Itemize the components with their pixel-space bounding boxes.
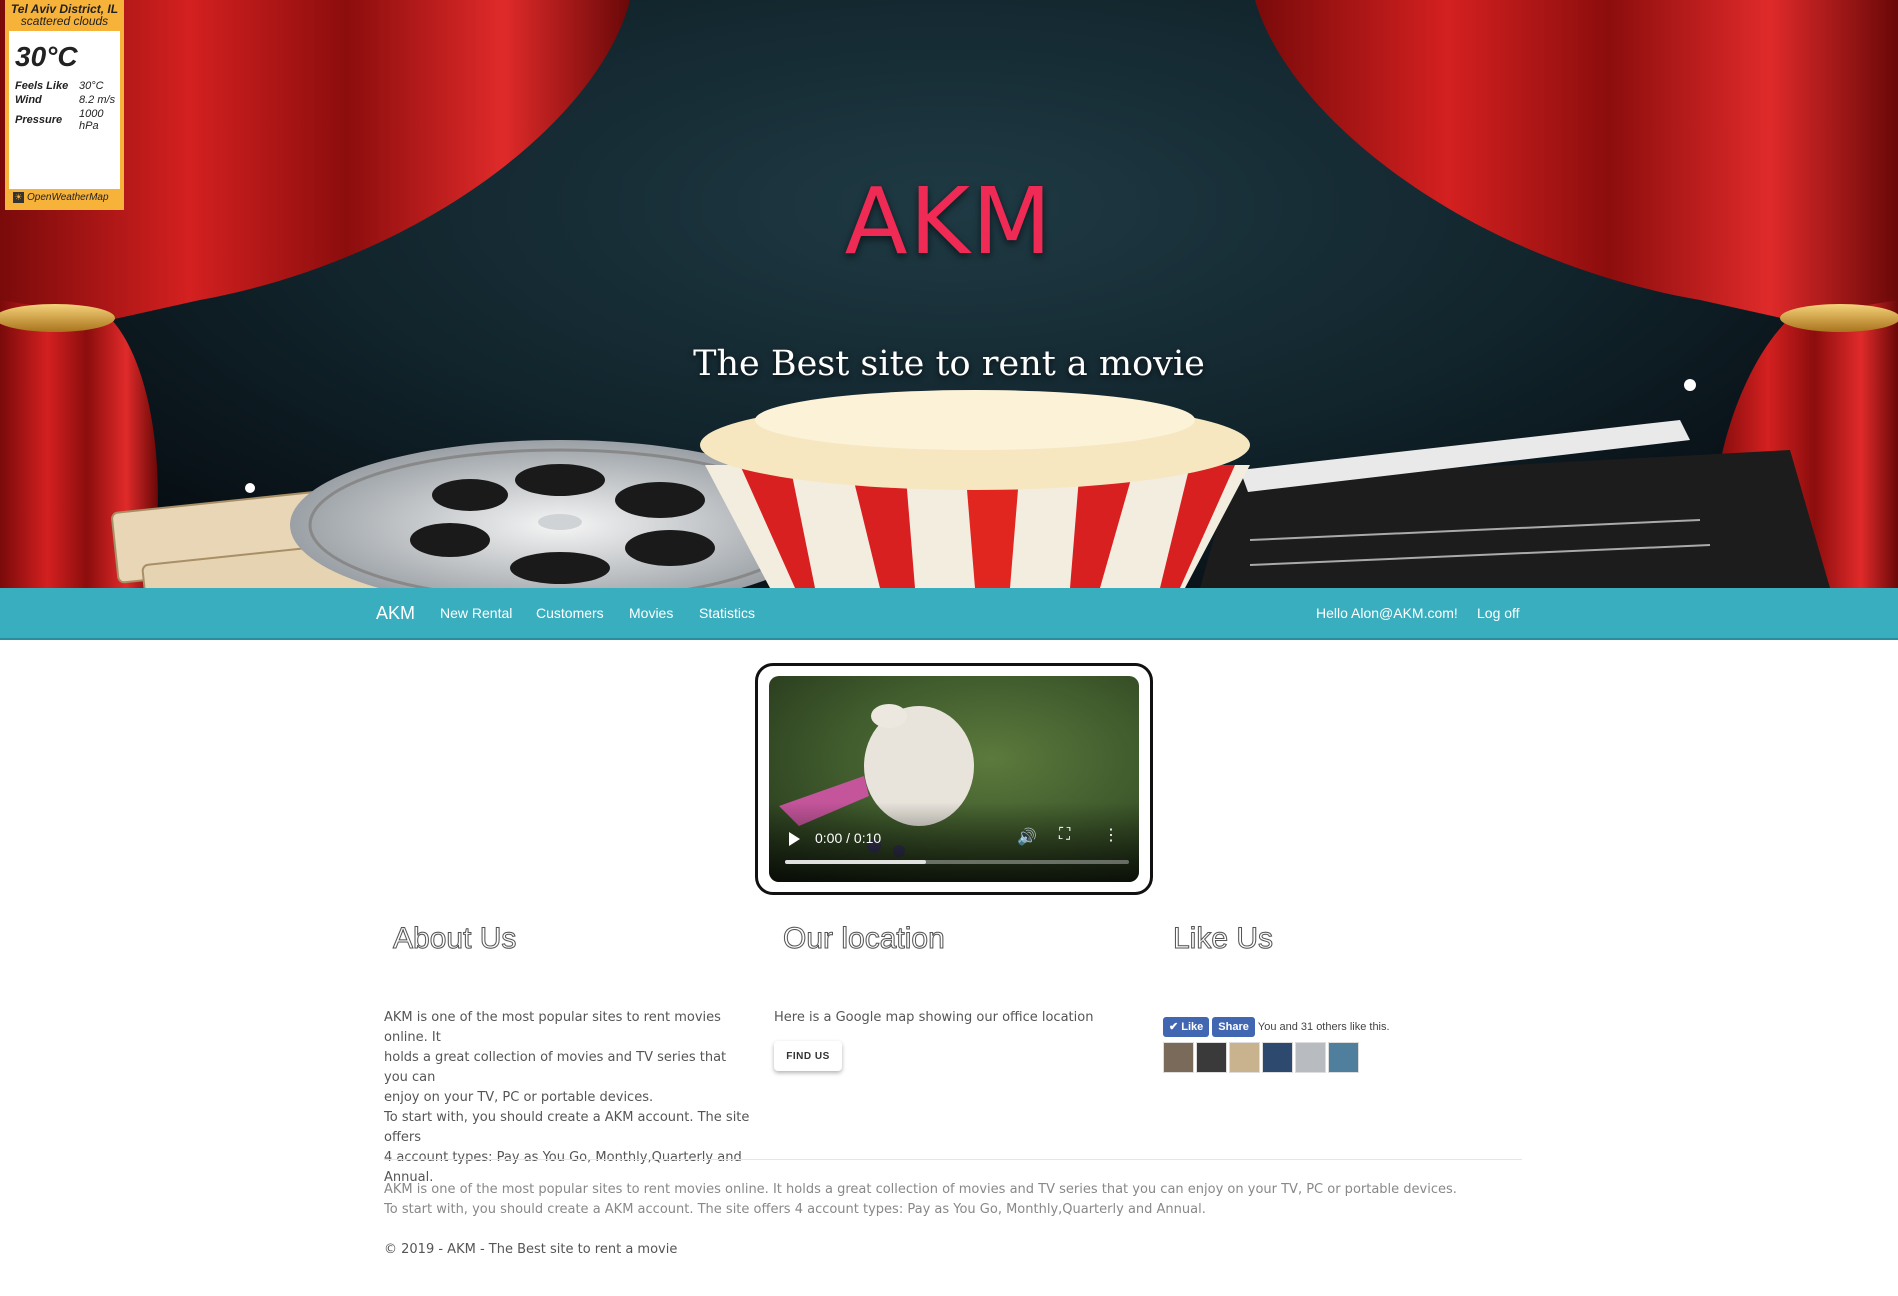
weather-description: scattered clouds: [20, 14, 109, 28]
main-navbar: AKM New Rental Customers Movies Statisti…: [0, 588, 1898, 640]
about-line: holds a great collection of movies and T…: [384, 1050, 727, 1085]
hero-banner: AKM The Best site to rent a movie: [0, 0, 1898, 588]
friend-avatar[interactable]: [1262, 1042, 1293, 1073]
play-icon[interactable]: [789, 832, 800, 846]
weather-temperature: 30°C: [15, 41, 78, 72]
about-line: enjoy on your TV, PC or portable devices…: [384, 1090, 654, 1105]
nav-item-movies[interactable]: Movies: [629, 588, 673, 638]
friend-avatar[interactable]: [1163, 1042, 1194, 1073]
facebook-share-button[interactable]: Share: [1212, 1017, 1255, 1037]
weather-row-label: Wind: [15, 94, 42, 106]
video-frame: 0:00 / 0:10 🔊 ⛶ ⋮: [755, 663, 1153, 895]
weather-row-label: Feels Like: [15, 80, 69, 92]
nav-user-greeting[interactable]: Hello Alon@AKM.com!: [1316, 588, 1458, 638]
nav-item-customers[interactable]: Customers: [536, 588, 604, 638]
video-time: 0:00 / 0:10: [815, 830, 882, 846]
friend-avatar[interactable]: [1196, 1042, 1227, 1073]
footer-description: AKM is one of the most popular sites to …: [384, 1180, 1457, 1220]
location-text: Here is a Google map showing our office …: [774, 1010, 1094, 1025]
friend-avatar[interactable]: [1295, 1042, 1326, 1073]
nav-brand[interactable]: AKM: [376, 588, 415, 638]
facebook-like-count: You and 31 others like this.: [1257, 1021, 1390, 1033]
weather-header: Tel Aviv District, IL scattered clouds: [9, 0, 120, 31]
weather-row-value: 8.2 m/s: [79, 94, 116, 106]
fullscreen-icon[interactable]: ⛶: [1059, 826, 1070, 844]
weather-provider[interactable]: ☀ OpenWeatherMap: [9, 189, 120, 206]
cinema-decoration: [0, 0, 1898, 588]
footer-line: AKM is one of the most popular sites to …: [384, 1182, 1457, 1197]
about-line: To start with, you should create a AKM a…: [384, 1110, 750, 1145]
about-text: AKM is one of the most popular sites to …: [384, 1008, 754, 1188]
weather-details: Feels Like 30°C Wind 8.2 m/s Pressure 10…: [13, 79, 120, 133]
location-heading: Our location: [783, 922, 946, 956]
video-player[interactable]: 0:00 / 0:10 🔊 ⛶ ⋮: [769, 676, 1139, 882]
weather-row-label: Pressure: [15, 114, 63, 126]
video-progress-bar[interactable]: [785, 860, 1129, 864]
nav-logoff[interactable]: Log off: [1477, 588, 1520, 638]
weather-row-value: 30°C: [79, 80, 104, 92]
weather-provider-label: OpenWeatherMap: [27, 192, 109, 203]
video-buffered-fill: [785, 860, 927, 864]
weather-row: Wind 8.2 m/s: [13, 93, 120, 107]
like-heading: Like Us: [1172, 922, 1274, 956]
footer-line: To start with, you should create a AKM a…: [384, 1202, 1206, 1217]
weather-row: Pressure 1000 hPa: [13, 107, 120, 133]
friend-avatar[interactable]: [1229, 1042, 1260, 1073]
volume-icon[interactable]: 🔊: [1017, 827, 1037, 847]
facebook-like-label: Like: [1181, 1021, 1204, 1033]
find-us-button[interactable]: FIND US: [774, 1041, 842, 1071]
facebook-friend-faces: [1163, 1042, 1390, 1073]
nav-item-new-rental[interactable]: New Rental: [440, 588, 512, 638]
facebook-like-widget: ✔ Like Share You and 31 others like this.: [1163, 1017, 1390, 1073]
weather-row-value: 1000 hPa: [79, 108, 104, 132]
about-heading: About Us: [392, 922, 517, 956]
facebook-like-button[interactable]: ✔ Like: [1163, 1017, 1210, 1037]
openweathermap-icon: ☀: [13, 192, 24, 203]
site-tagline: The Best site to rent a movie: [693, 344, 1205, 384]
weather-widget: Tel Aviv District, IL scattered clouds 3…: [5, 0, 124, 210]
site-title: AKM: [844, 168, 1054, 275]
more-options-icon[interactable]: ⋮: [1103, 825, 1119, 845]
friend-avatar[interactable]: [1328, 1042, 1359, 1073]
footer-divider: [384, 1159, 1522, 1160]
about-line: 4 account types: Pay as You Go, Monthly,…: [384, 1150, 742, 1165]
nav-item-statistics[interactable]: Statistics: [699, 588, 755, 638]
copyright: © 2019 - AKM - The Best site to rent a m…: [384, 1242, 678, 1257]
about-line: AKM is one of the most popular sites to …: [384, 1010, 721, 1045]
weather-row: Feels Like 30°C: [13, 79, 120, 93]
